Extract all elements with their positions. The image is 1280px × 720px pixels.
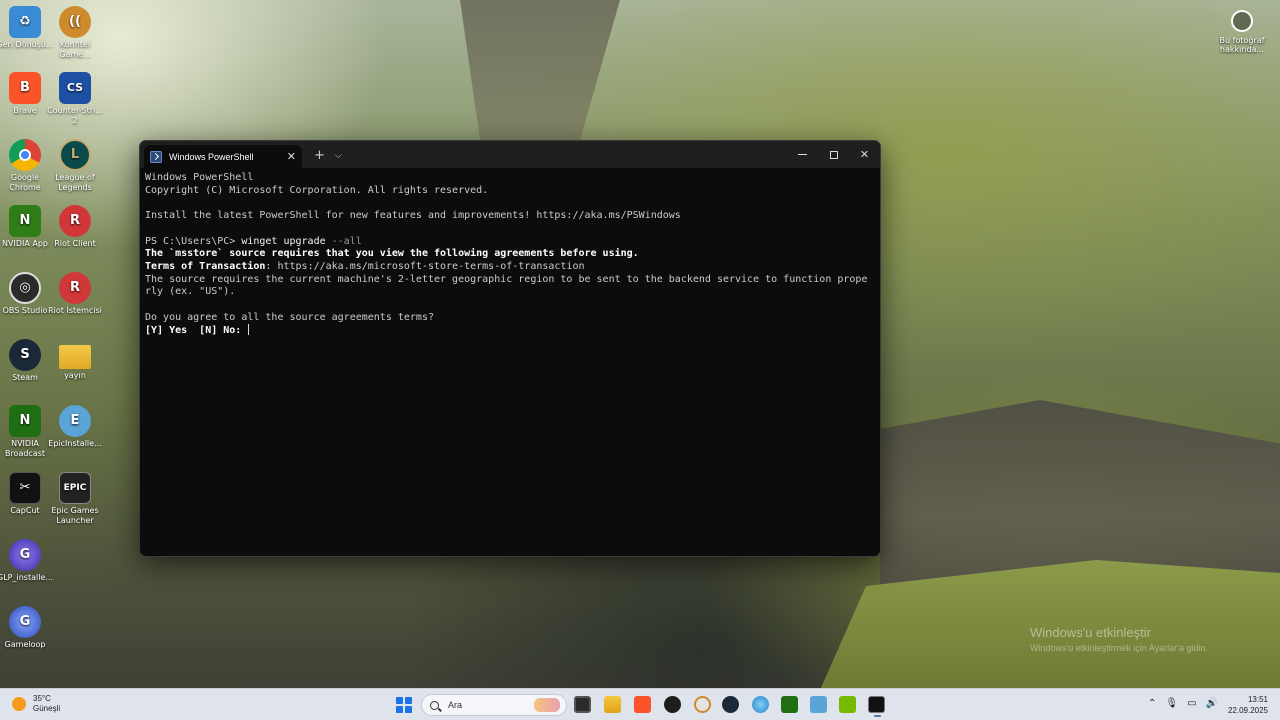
konfitel-icon: ((: [59, 6, 91, 38]
maximize-button[interactable]: [818, 141, 849, 168]
obs-icon: ◎: [9, 272, 41, 304]
installer-disc-icon: E: [59, 405, 91, 437]
taskbar: 35°C Güneşli Ara ⌃ 🎙 ▭ 🔊 13:51 22.09.202…: [0, 688, 1280, 720]
league-icon: L: [59, 139, 91, 171]
taskbar-task-view[interactable]: [574, 696, 591, 713]
prompt: PS C:\Users\PC>: [145, 235, 242, 247]
minimize-button[interactable]: [787, 141, 818, 168]
taskbar-terminal[interactable]: [868, 696, 885, 717]
terminal-line: The `msstore` source requires that you v…: [145, 248, 639, 260]
search-highlight-icon: [534, 698, 560, 712]
terminal-line: Windows PowerShell: [145, 172, 254, 183]
desktop-icon-gameloop[interactable]: G Gameloop: [0, 606, 54, 650]
taskbar-search[interactable]: Ara: [421, 694, 567, 716]
gameloop-icon: G: [9, 606, 41, 638]
command-args: upgrade: [277, 235, 332, 247]
taskbar-browser[interactable]: [752, 696, 769, 713]
maximize-icon: [829, 150, 838, 159]
terminal-output[interactable]: Windows PowerShell Copyright (C) Microso…: [140, 168, 880, 342]
taskbar-konfitel[interactable]: [694, 696, 711, 713]
taskbar-app[interactable]: [810, 696, 827, 713]
desktop-icon-counter-strike[interactable]: CS Counter-Stri... 2: [46, 72, 104, 126]
tab-dropdown-icon[interactable]: ⌵: [335, 151, 342, 161]
weather-widget[interactable]: 35°C Güneşli: [12, 694, 60, 714]
powershell-window[interactable]: Windows PowerShell ✕ + ⌵ ✕ Windows Power…: [139, 140, 881, 557]
taskbar-brave[interactable]: [634, 696, 651, 713]
weather-condition: Güneşli: [33, 704, 61, 713]
powershell-icon: [150, 150, 162, 163]
desktop-icon-konfitel[interactable]: (( Konfitel Gamé...: [46, 6, 104, 60]
terms-label: Terms of Transaction: [145, 260, 266, 272]
time: 13:51: [1247, 695, 1268, 704]
taskbar-nvidia-broadcast[interactable]: [839, 696, 856, 713]
agreement-prompt: [Y] Yes [N] No:: [145, 325, 248, 337]
terminal-line: The source requires the current machine'…: [145, 273, 868, 285]
date: 22.09.2025: [1227, 706, 1268, 715]
start-button[interactable]: [396, 697, 412, 713]
activation-watermark-subtitle: Windows'u etkinleştirmek için Ayarlar'a …: [1030, 643, 1208, 653]
glp-installer-icon: G: [9, 539, 41, 571]
photo-info-shortcut[interactable]: Bu fotoğraf hakkında...: [1218, 10, 1266, 54]
taskbar-obs[interactable]: [664, 696, 681, 713]
tab-windows-powershell[interactable]: Windows PowerShell ✕: [144, 145, 302, 168]
desktop-icon-yayin-folder[interactable]: yayın: [46, 339, 104, 381]
steam-icon: S: [9, 339, 41, 371]
microphone-icon[interactable]: 🎙: [1165, 698, 1178, 709]
nvidia-icon: N: [9, 205, 41, 237]
minimize-icon: [798, 154, 807, 155]
search-icon: [430, 700, 439, 710]
command-name: winget: [241, 235, 278, 247]
desktop-icon-riot-client[interactable]: R Riot Client: [46, 205, 104, 249]
close-icon: ✕: [859, 148, 870, 161]
sun-icon: [12, 697, 26, 711]
volume-icon[interactable]: 🔊: [1206, 698, 1218, 709]
tab-close-icon[interactable]: ✕: [287, 150, 296, 163]
terms-url: : https://aka.ms/microsoft-store-terms-o…: [265, 260, 585, 272]
desktop-icon-riot-istemcisi[interactable]: R Riot İstemcisi: [46, 272, 104, 316]
temperature: 35°C: [33, 694, 51, 703]
desktop-icon-glp-installer[interactable]: G GLP_installe...: [0, 539, 54, 583]
title-bar[interactable]: Windows PowerShell ✕ + ⌵ ✕: [140, 141, 880, 168]
taskbar-nvidia[interactable]: [781, 696, 798, 713]
desktop-icon-epic-installer[interactable]: E EpicInstalle...: [46, 405, 104, 449]
brave-icon: B: [9, 72, 41, 104]
terminal-line: Copyright (C) Microsoft Corporation. All…: [145, 184, 489, 196]
command-param: --all: [331, 235, 362, 247]
terminal-line: Install the latest PowerShell for new fe…: [145, 210, 681, 222]
search-placeholder: Ara: [448, 700, 463, 710]
epic-games-icon: EPIC: [59, 472, 91, 504]
riot-icon: R: [59, 272, 91, 304]
riot-icon: R: [59, 205, 91, 237]
folder-icon: [59, 345, 91, 369]
new-tab-button[interactable]: +: [314, 148, 325, 163]
recycle-bin-icon: ♻: [9, 6, 41, 38]
info-camera-icon: [1231, 10, 1253, 32]
counter-strike-icon: CS: [59, 72, 91, 104]
wallpaper-ridge: [460, 0, 620, 140]
tab-title: Windows PowerShell: [169, 151, 254, 162]
chrome-icon: [9, 139, 41, 171]
capcut-icon: ✂: [9, 472, 41, 504]
close-button[interactable]: ✕: [849, 141, 880, 168]
taskbar-file-explorer[interactable]: [604, 696, 621, 713]
chevron-up-icon[interactable]: ⌃: [1148, 698, 1156, 709]
clock[interactable]: 13:51 22.09.2025: [1228, 694, 1268, 716]
desktop-icon-league-of-legends[interactable]: L League of Legends: [46, 139, 104, 193]
terminal-line: Do you agree to all the source agreement…: [145, 311, 434, 323]
terminal-line: rly (ex. "US").: [145, 286, 236, 298]
text-cursor: [248, 324, 250, 336]
windows-logo-icon: [396, 697, 403, 705]
activation-watermark-title: Windows'u etkinleştir: [1030, 625, 1151, 640]
network-icon[interactable]: ▭: [1187, 698, 1196, 709]
system-tray[interactable]: ⌃ 🎙 ▭ 🔊: [1148, 698, 1218, 709]
nvidia-broadcast-icon: N: [9, 405, 41, 437]
taskbar-steam[interactable]: [722, 696, 739, 713]
desktop-icon-epic-games[interactable]: EPIC Epic Games Launcher: [46, 472, 104, 526]
